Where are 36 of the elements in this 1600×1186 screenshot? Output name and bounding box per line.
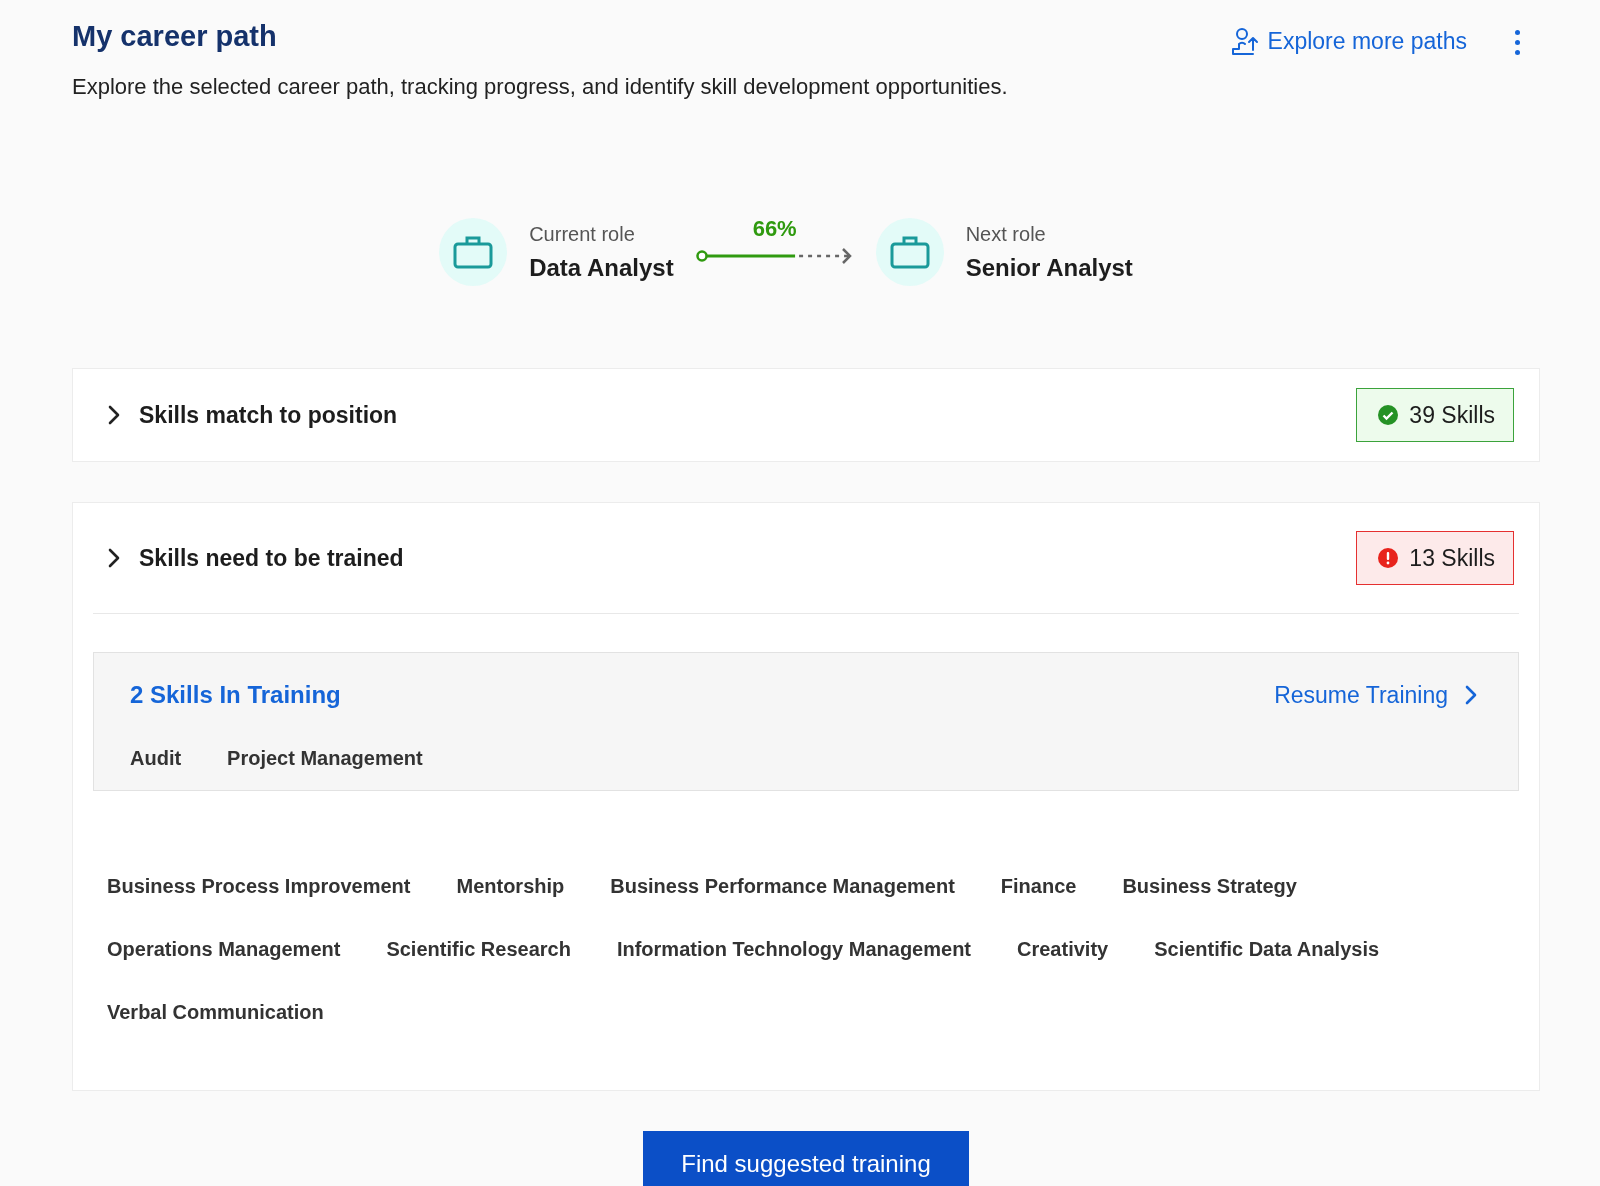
training-title: 2 Skills In Training — [130, 681, 342, 709]
chevron-right-icon — [107, 547, 121, 569]
badge-text: 13 Skills — [1409, 544, 1495, 572]
progress-percent: 66% — [752, 216, 797, 242]
person-arrow-up-icon — [1229, 26, 1260, 56]
skill-name: Creativity — [1017, 938, 1109, 961]
skill-name: Business Process Improvement — [107, 875, 411, 898]
current-role-title: Data Analyst — [529, 253, 674, 282]
next-role-title: Senior Analyst — [965, 253, 1133, 282]
dashed-arrow — [798, 248, 852, 264]
page-title: My career path — [72, 19, 278, 54]
alert-circle-icon — [1377, 547, 1400, 569]
skill-name: Mentorship — [456, 875, 565, 898]
current-role-label: Current role — [529, 222, 636, 246]
skill-name: Verbal Communication — [107, 1001, 324, 1024]
training-skill: Project Management — [227, 747, 423, 770]
skill-name: Scientific Data Analysis — [1154, 938, 1380, 961]
chevron-right-icon — [1464, 684, 1478, 706]
explore-paths-link[interactable]: Explore more paths — [1229, 26, 1467, 56]
check-circle-icon — [1377, 404, 1400, 426]
training-skill: Audit — [130, 747, 182, 770]
next-role-label: Next role — [965, 222, 1047, 246]
skill-name: Information Technology Management — [616, 938, 971, 961]
chevron-right-icon — [107, 404, 121, 426]
skill-name: Business Performance Management — [610, 875, 955, 898]
find-training-button[interactable]: Find suggested training — [643, 1131, 969, 1186]
badge-text: 39 Skills — [1409, 401, 1495, 429]
skill-name: Finance — [1000, 875, 1077, 898]
skill-name: Business Strategy — [1122, 875, 1297, 898]
section-title[interactable]: Skills match to position — [139, 401, 1339, 429]
more-options-icon[interactable] — [1515, 30, 1520, 55]
section-title[interactable]: Skills need to be trained — [139, 544, 1339, 572]
resume-training-link[interactable]: Resume Training — [1274, 681, 1478, 709]
page-subtitle: Explore the selected career path, tracking progress, and identify skill development opportunities. — [72, 74, 1009, 100]
skill-name: Scientific Research — [386, 938, 571, 961]
skill-name: Operations Management — [107, 938, 341, 961]
